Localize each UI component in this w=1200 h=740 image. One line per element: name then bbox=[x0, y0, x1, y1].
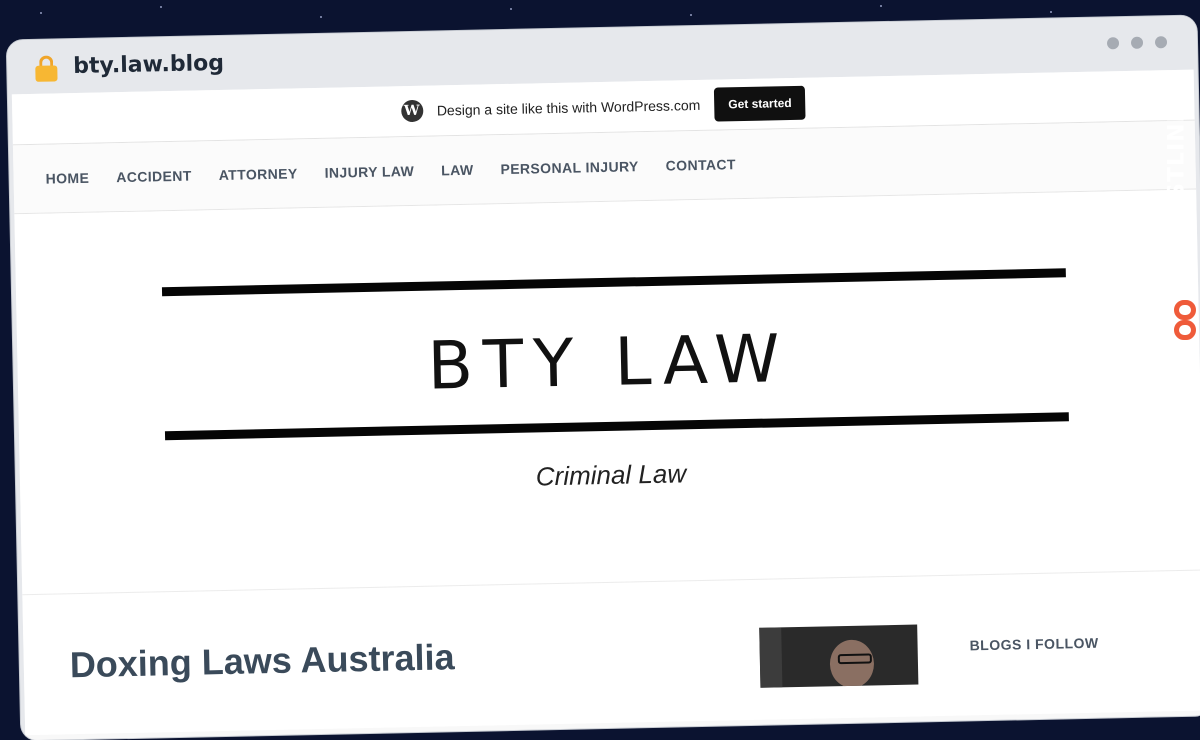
nav-item-attorney[interactable]: ATTORNEY bbox=[219, 165, 298, 183]
get-started-button[interactable]: Get started bbox=[713, 85, 806, 122]
nav-item-accident[interactable]: ACCIDENT bbox=[116, 168, 192, 186]
content-area: Doxing Laws Australia BLOGS I FOLLOW bbox=[22, 569, 1200, 736]
nav-item-injury-law[interactable]: INJURY LAW bbox=[324, 163, 414, 181]
window-dot-icon[interactable] bbox=[1130, 36, 1144, 49]
chain-link-icon bbox=[1174, 300, 1196, 344]
lock-icon bbox=[35, 55, 58, 82]
nav-item-personal-injury[interactable]: PERSONAL INJURY bbox=[500, 158, 639, 177]
address-bar-url[interactable]: bty.law.blog bbox=[73, 51, 224, 79]
nav-item-home[interactable]: HOME bbox=[45, 170, 89, 187]
post-thumbnail-image[interactable] bbox=[759, 624, 919, 688]
window-dot-icon[interactable] bbox=[1106, 37, 1120, 50]
browser-window: bty.law.blog W Design a site like this w… bbox=[6, 15, 1200, 740]
watermark-text: GUESTPOSTLINKS bbox=[1164, 87, 1190, 323]
nav-item-contact[interactable]: CONTACT bbox=[666, 156, 737, 173]
window-controls bbox=[1106, 36, 1168, 50]
nav-item-law[interactable]: LAW bbox=[441, 162, 474, 179]
wordpress-banner-text[interactable]: Design a site like this with WordPress.c… bbox=[437, 97, 701, 119]
window-dot-icon[interactable] bbox=[1154, 36, 1168, 49]
site-header: BTY LAW Criminal Law bbox=[14, 189, 1200, 595]
sidebar-heading: BLOGS I FOLLOW bbox=[969, 634, 1099, 654]
site-tagline: Criminal Law bbox=[535, 458, 687, 492]
site-title[interactable]: BTY LAW bbox=[17, 312, 1200, 414]
header-bottom-rule bbox=[164, 412, 1069, 441]
wordpress-logo-icon[interactable]: W bbox=[400, 99, 424, 123]
web-page: W Design a site like this with WordPress… bbox=[11, 69, 1200, 740]
header-top-rule bbox=[161, 268, 1066, 297]
post-title[interactable]: Doxing Laws Australia bbox=[69, 636, 455, 686]
